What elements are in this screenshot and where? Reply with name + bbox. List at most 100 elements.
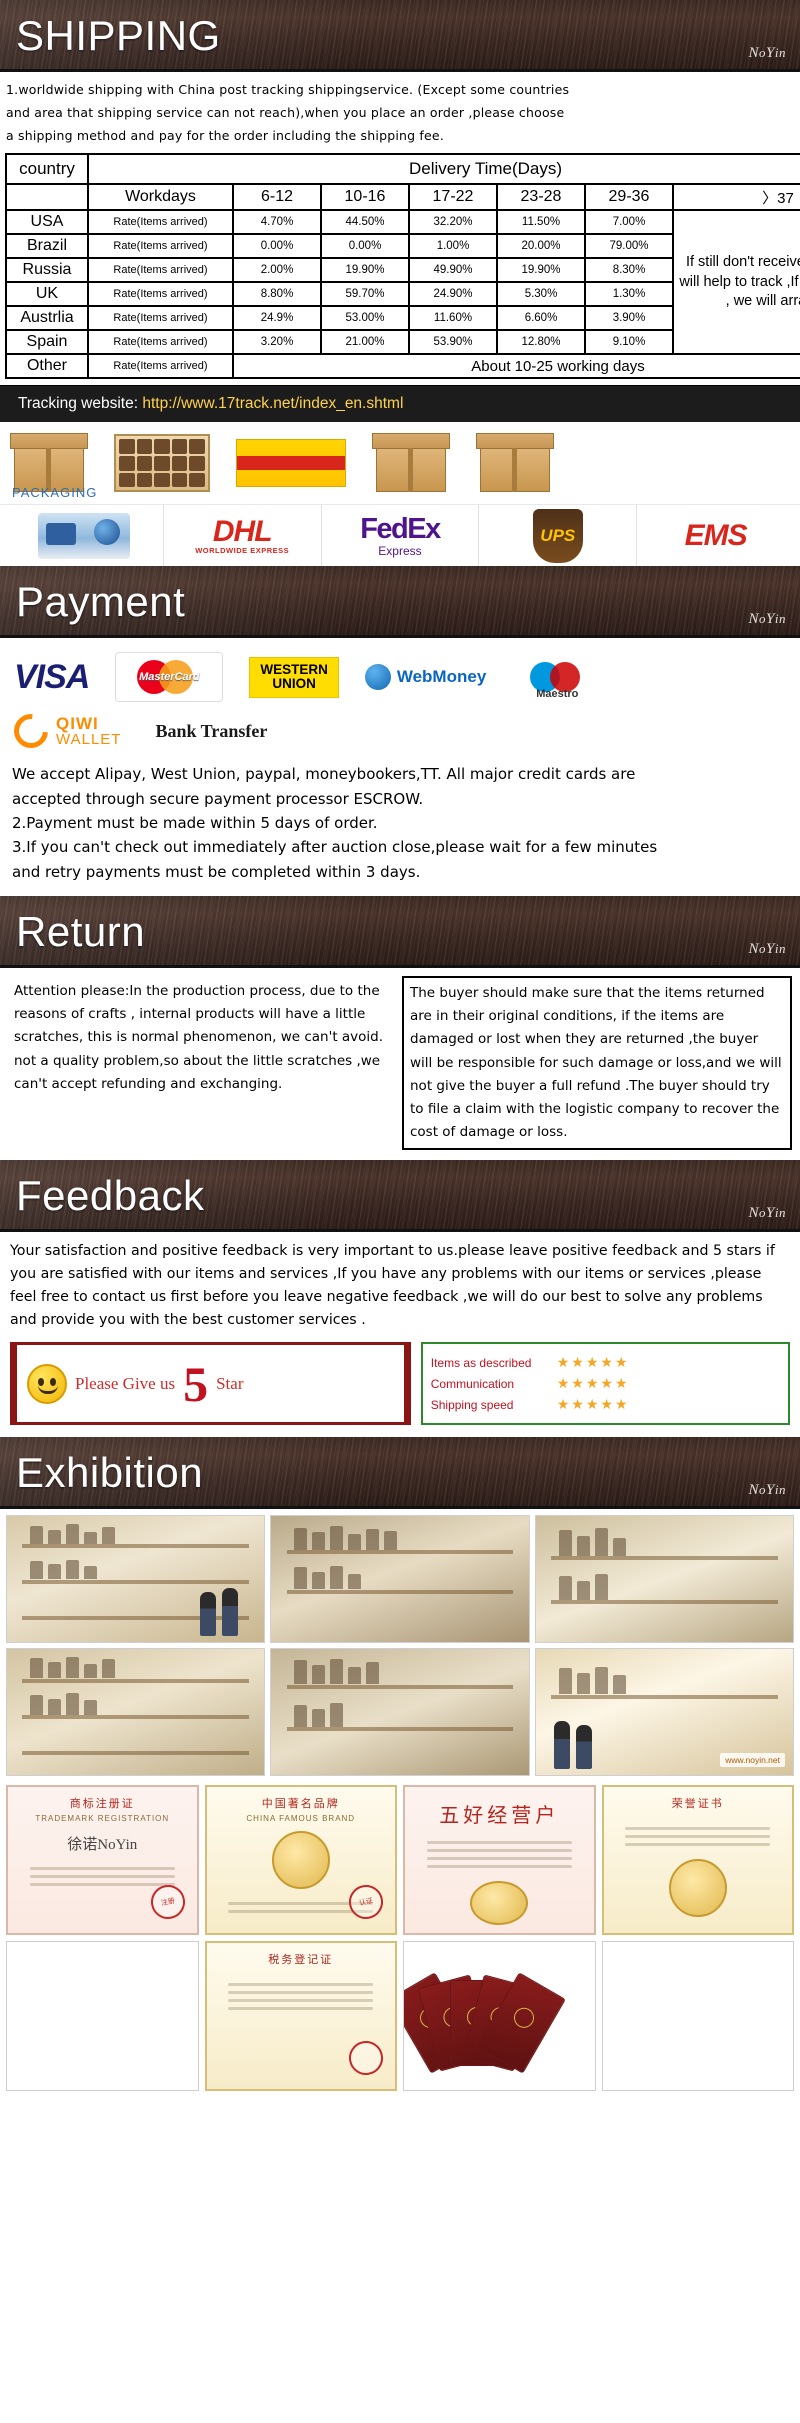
- cell-2-1: 19.90%: [320, 257, 410, 284]
- booth-website-sign: www.noyin.net: [720, 1753, 785, 1768]
- cell-3-0: 8.80%: [232, 281, 322, 308]
- bank-transfer-label: Bank Transfer: [155, 720, 268, 741]
- logistics-image: [6, 505, 164, 567]
- webmoney-globe-icon: [364, 664, 391, 691]
- page-title-exhibition: Exhibition: [16, 1449, 204, 1497]
- qiwi-wallet-logo: QIWI WALLET: [7, 707, 122, 756]
- certificate-seal-4: [345, 2038, 387, 2079]
- cell-rate-1: Rate(Items arrived): [87, 233, 234, 260]
- rating-row: Items as described ★★★★★: [431, 1354, 780, 1371]
- exhibition-photo-grid: www.noyin.net: [0, 1509, 800, 1781]
- feedback-body: Your satisfaction and positive feedback …: [0, 1232, 800, 1339]
- western-union-logo: WESTERN UNION: [249, 657, 339, 698]
- tracking-website-bar: Tracking website: http://www.17track.net…: [0, 385, 800, 423]
- promo-pre-text: Please Give us: [75, 1373, 176, 1393]
- brand-logo-feedback: NoYin: [748, 1205, 786, 1222]
- exhibition-photo: [534, 1515, 794, 1644]
- certificate-sub-1: CHINA FAMOUS BRAND: [246, 1814, 356, 1824]
- cell-0-2: 32.20%: [408, 209, 498, 236]
- cell-4-1: 53.00%: [320, 305, 410, 332]
- cell-country-1: Brazil: [5, 233, 89, 260]
- cell-2-0: 2.00%: [232, 257, 322, 284]
- cell-5-4: 9.10%: [584, 329, 674, 356]
- cell-3-1: 59.70%: [320, 281, 410, 308]
- cell-0-3: 11.50%: [496, 209, 586, 236]
- cell-1-3: 20.00%: [496, 233, 586, 260]
- payment-line-2: accepted through secure payment processo…: [12, 789, 424, 808]
- exhibition-photo: [270, 1648, 530, 1777]
- exhibition-photo: [6, 1648, 266, 1777]
- wu-line-1: WESTERN: [260, 662, 328, 678]
- cell-4-3: 6.60%: [496, 305, 586, 332]
- cell-rate-other: Rate(Items arrived): [87, 353, 234, 380]
- certificate-badge-3: [668, 1859, 727, 1918]
- cell-5-0: 3.20%: [232, 329, 322, 356]
- ups-logo-text: UPS: [532, 508, 583, 563]
- carton-box-icon-3: [476, 433, 554, 493]
- cell-4-2: 11.60%: [408, 305, 498, 332]
- delivery-time-table: country Delivery Time(Days) Workdays 6-1…: [5, 153, 800, 380]
- payment-banner: Payment NoYin: [0, 566, 800, 639]
- wu-line-2: UNION: [272, 676, 316, 692]
- certificate-title-1: 中国著名品牌: [261, 1798, 340, 1811]
- exhibition-photo: [270, 1515, 530, 1644]
- cell-rate-2: Rate(Items arrived): [87, 257, 234, 284]
- cell-1-0: 0.00%: [232, 233, 322, 260]
- cell-5-1: 21.00%: [320, 329, 410, 356]
- qiwi-ring-icon: [7, 707, 55, 756]
- payment-line-5: and retry payments must be completed wit…: [12, 862, 421, 881]
- rating-label-0: Items as described: [430, 1355, 532, 1370]
- qiwi-line-2: WALLET: [56, 731, 122, 749]
- ems-logo: EMS: [637, 505, 794, 566]
- header-blank: [5, 183, 89, 212]
- certificate-blank-right: [601, 1941, 794, 2092]
- certificate: 税务登记证: [204, 1941, 397, 2092]
- cell-1-4: 79.00%: [584, 233, 674, 260]
- cell-0-4: 7.00%: [584, 209, 674, 236]
- certificate-grid: 商标注册证 TRADEMARK REGISTRATION 徐诺NoYin 注册 …: [0, 1780, 800, 2102]
- cell-1-2: 1.00%: [408, 233, 498, 260]
- certificate-badge-2: [470, 1881, 529, 1926]
- promo-number: 5: [183, 1355, 209, 1412]
- header-delivery-time: Delivery Time(Days): [86, 153, 800, 186]
- five-star-promo: Please Give us 5 Star: [10, 1342, 411, 1426]
- packaging-strip: PACKAGING: [0, 422, 800, 505]
- carton-box-icon-2: [372, 433, 450, 493]
- payment-line-4: 3.If you can't check out immediately aft…: [12, 838, 658, 857]
- rating-label-1: Communication: [430, 1376, 515, 1391]
- brand-logo-return: NoYin: [748, 940, 786, 957]
- feedback-banner: Feedback NoYin: [0, 1160, 800, 1233]
- cell-5-2: 53.90%: [408, 329, 498, 356]
- cell-3-2: 24.90%: [408, 281, 498, 308]
- table-row-header-ranges: Workdays 6-12 10-16 17-22 23-28 29-36 〉3…: [5, 183, 800, 212]
- carton-box-icon: [10, 433, 88, 493]
- certificate: 五好经营户: [403, 1785, 596, 1936]
- ups-logo: UPS: [479, 505, 638, 567]
- cell-rate-4: Rate(Items arrived): [87, 305, 234, 332]
- header-workdays: Workdays: [87, 183, 234, 212]
- header-range-3: 23-28: [496, 183, 586, 212]
- cell-rate-0: Rate(Items arrived): [87, 209, 234, 236]
- shipping-intro-line-1: 1.worldwide shipping with China post tra…: [6, 82, 570, 97]
- certificate: 商标注册证 TRADEMARK REGISTRATION 徐诺NoYin 注册: [6, 1785, 199, 1936]
- return-text-right: The buyer should make sure that the item…: [402, 975, 792, 1151]
- visa-logo: VISA: [14, 657, 90, 696]
- tracking-link[interactable]: http://www.17track.net/index_en.shtml: [142, 395, 403, 412]
- payment-body: We accept Alipay, West Union, paypal, mo…: [0, 758, 800, 896]
- dhl-logo-text: DHL: [212, 515, 273, 549]
- rating-summary: Items as described ★★★★★ Communication ★…: [420, 1342, 790, 1426]
- packaging-label: PACKAGING: [12, 485, 98, 501]
- dhl-logo: DHL WORLDWIDE EXPRESS: [164, 505, 322, 567]
- cell-4-4: 3.90%: [584, 305, 674, 332]
- table-row: USA Rate(Items arrived) 4.70% 44.50% 32.…: [5, 209, 800, 356]
- cell-1-1: 0.00%: [320, 233, 410, 260]
- dhl-logo-sub: WORLDWIDE EXPRESS: [195, 546, 290, 556]
- certificate-sub-0: TRADEMARK REGISTRATION: [35, 1814, 170, 1824]
- certificate-fan: [403, 1941, 596, 2092]
- certificate: 荣誉证书: [601, 1785, 794, 1936]
- cell-4-0: 24.9%: [232, 305, 322, 332]
- promo-post-text: Star: [216, 1373, 244, 1393]
- payment-line-3: 2.Payment must be made within 5 days of …: [12, 813, 378, 832]
- certificate-title-0: 商标注册证: [69, 1798, 135, 1811]
- cell-country-2: Russia: [5, 257, 89, 284]
